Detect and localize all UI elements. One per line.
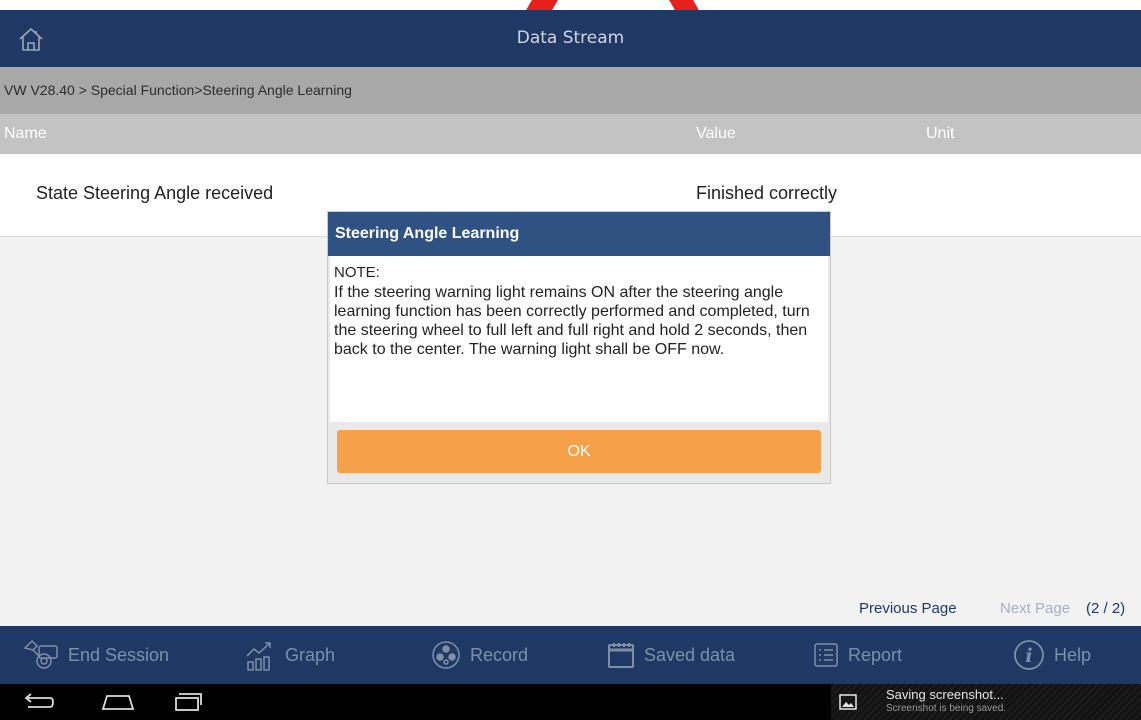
- column-header-name: Name: [4, 125, 47, 142]
- ok-label: OK: [567, 442, 591, 460]
- saved-data-button[interactable]: Saved data: [606, 626, 735, 684]
- record-icon: [432, 641, 460, 669]
- graph-icon: [246, 642, 271, 671]
- end-session-label: End Session: [68, 644, 170, 665]
- report-button[interactable]: Report: [812, 626, 902, 684]
- dialog-note-label: NOTE:: [334, 264, 380, 281]
- dialog-body: NOTE: If the steering warning light rema…: [330, 256, 828, 422]
- table-header: Name Value Unit: [0, 114, 1141, 154]
- graph-button[interactable]: Graph: [243, 626, 335, 684]
- back-icon[interactable]: [22, 691, 56, 713]
- record-label: Record: [470, 644, 529, 665]
- graph-label: Graph: [285, 644, 336, 665]
- saved-data-icon: [608, 643, 634, 668]
- dialog-message: If the steering warning light remains ON…: [334, 284, 810, 358]
- breadcrumb: VW V28.40 > Special Function>Steering An…: [0, 67, 1141, 114]
- home-nav-icon[interactable]: [100, 691, 136, 713]
- ok-button[interactable]: OK: [337, 430, 821, 473]
- end-session-icon: [23, 639, 58, 669]
- breadcrumb-text: VW V28.40 > Special Function>Steering An…: [4, 82, 352, 98]
- system-navigation-bar: Saving screenshot... Screenshot is being…: [0, 684, 1141, 720]
- end-session-button[interactable]: End Session: [22, 626, 169, 684]
- top-strip: [0, 0, 1141, 10]
- dialog-header: Steering Angle Learning: [328, 212, 830, 256]
- page-count: (2 / 2): [1086, 600, 1126, 617]
- image-icon: [839, 694, 857, 710]
- row-value: Finished correctly: [696, 183, 838, 203]
- bottom-toolbar: End Session Graph Record Saved data Repo…: [0, 626, 1141, 684]
- saved-data-label: Saved data: [644, 644, 736, 665]
- column-header-value: Value: [696, 125, 736, 142]
- next-page-button[interactable]: Next Page: [1000, 600, 1070, 617]
- report-label: Report: [848, 644, 903, 665]
- notification-subtitle: Screenshot is being saved.: [886, 703, 1007, 714]
- title-bar: Data Stream: [0, 10, 1141, 67]
- previous-page-button[interactable]: Previous Page: [859, 600, 957, 617]
- red-mark: [669, 0, 699, 10]
- page-title: Data Stream: [516, 28, 625, 48]
- help-button[interactable]: i Help: [1012, 626, 1091, 684]
- record-button[interactable]: Record: [430, 626, 528, 684]
- help-icon: i: [1014, 640, 1044, 670]
- row-name: State Steering Angle received: [36, 183, 274, 203]
- dialog-title: Steering Angle Learning: [335, 225, 520, 242]
- help-label: Help: [1054, 644, 1092, 665]
- svg-text:i: i: [1025, 645, 1032, 667]
- screenshot-notification[interactable]: Saving screenshot... Screenshot is being…: [831, 684, 1141, 720]
- recent-apps-icon[interactable]: [172, 691, 206, 713]
- column-header-unit: Unit: [926, 125, 955, 142]
- notification-title: Saving screenshot...: [886, 687, 1004, 702]
- steering-angle-dialog: Steering Angle Learning NOTE: If the ste…: [328, 212, 830, 483]
- report-icon: [814, 643, 838, 667]
- app-window: Data Stream VW V28.40 > Special Function…: [0, 0, 1141, 720]
- red-mark: [526, 0, 558, 10]
